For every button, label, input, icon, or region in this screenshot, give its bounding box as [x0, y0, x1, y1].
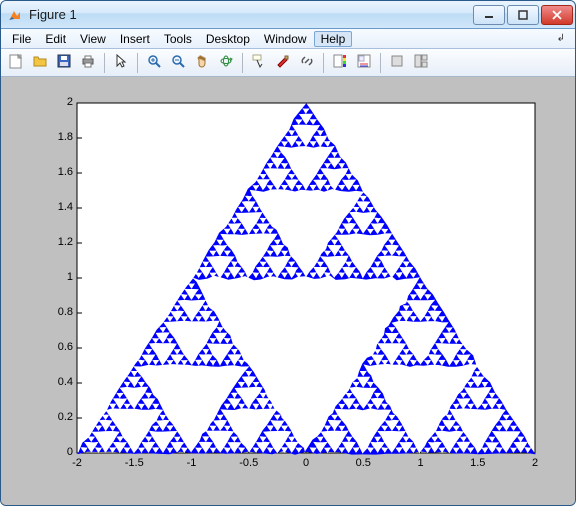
menu-file[interactable]: File	[5, 31, 38, 47]
toolbar-separator	[242, 53, 243, 73]
zoom-out-button[interactable]	[167, 52, 189, 74]
link-button[interactable]	[296, 52, 318, 74]
colorbar-button[interactable]	[329, 52, 351, 74]
menu-desktop[interactable]: Desktop	[199, 31, 257, 47]
ytick-label: 2	[43, 96, 73, 108]
toolbar-separator	[104, 53, 105, 73]
minimize-button[interactable]	[473, 5, 505, 25]
xtick-label: -0.5	[237, 457, 261, 469]
ytick-label: 0	[43, 446, 73, 458]
menu-edit[interactable]: Edit	[38, 31, 73, 47]
menu-view[interactable]: View	[73, 31, 113, 47]
ytick-label: 0.2	[43, 411, 73, 423]
xtick-label: -2	[65, 457, 89, 469]
zoom-in-icon	[146, 53, 162, 72]
ytick-label: 1.2	[43, 236, 73, 248]
menu-tools[interactable]: Tools	[157, 31, 199, 47]
ytick-label: 1.6	[43, 166, 73, 178]
data-cursor-icon	[251, 53, 267, 72]
titlebar: Figure 1	[1, 1, 575, 29]
toolbar-separator	[323, 53, 324, 73]
show-tools-icon	[413, 53, 429, 72]
rotate-3d-button[interactable]	[215, 52, 237, 74]
toolbar-separator	[380, 53, 381, 73]
menu-insert[interactable]: Insert	[113, 31, 157, 47]
toolbar	[1, 49, 575, 77]
window-buttons	[473, 5, 573, 25]
open-icon	[32, 53, 48, 72]
xtick-label: 1.5	[466, 457, 490, 469]
ytick-label: 0.6	[43, 341, 73, 353]
ytick-label: 1.4	[43, 201, 73, 213]
xtick-label: 2	[523, 457, 547, 469]
legend-button[interactable]	[353, 52, 375, 74]
pan-button[interactable]	[191, 52, 213, 74]
new-figure-icon	[8, 53, 24, 72]
axes[interactable]	[1, 77, 575, 505]
print-icon	[80, 53, 96, 72]
data-cursor-button[interactable]	[248, 52, 270, 74]
xtick-label: 1	[409, 457, 433, 469]
ytick-label: 1	[43, 271, 73, 283]
ytick-label: 0.8	[43, 306, 73, 318]
figure-client: -2 -1.5 -1 -0.5 0 0.5 1 1.5 2 0 0.2 0.4 0.6 0.8 1 1.2 1.…	[1, 77, 575, 505]
pan-icon	[194, 53, 210, 72]
xtick-label: 0.5	[351, 457, 375, 469]
open-button[interactable]	[29, 52, 51, 74]
print-button[interactable]	[77, 52, 99, 74]
colorbar-icon	[332, 53, 348, 72]
ytick-label: 1.8	[43, 131, 73, 143]
zoom-in-button[interactable]	[143, 52, 165, 74]
hide-tools-button[interactable]	[386, 52, 408, 74]
toolbar-separator	[137, 53, 138, 73]
figure-window: Figure 1 FileEditViewInsertToolsDesktopW…	[0, 0, 576, 506]
zoom-out-icon	[170, 53, 186, 72]
save-button[interactable]	[53, 52, 75, 74]
menubar: FileEditViewInsertToolsDesktopWindowHelp…	[1, 29, 575, 49]
pointer-icon	[113, 53, 129, 72]
rotate-3d-icon	[218, 53, 234, 72]
ytick-label: 0.4	[43, 376, 73, 388]
sierpinski-plot	[77, 103, 535, 455]
hide-tools-icon	[389, 53, 405, 72]
xtick-label: -1	[180, 457, 204, 469]
pointer-button[interactable]	[110, 52, 132, 74]
legend-icon	[356, 53, 372, 72]
link-icon	[299, 53, 315, 72]
window-title: Figure 1	[29, 7, 473, 22]
save-icon	[56, 53, 72, 72]
brush-icon	[275, 53, 291, 72]
dock-icon[interactable]: ↲	[551, 33, 571, 44]
show-tools-button[interactable]	[410, 52, 432, 74]
xtick-label: 0	[294, 457, 318, 469]
brush-button[interactable]	[272, 52, 294, 74]
maximize-button[interactable]	[507, 5, 539, 25]
menu-window[interactable]: Window	[257, 31, 314, 47]
menu-help[interactable]: Help	[314, 31, 353, 47]
matlab-icon	[7, 7, 23, 23]
new-figure-button[interactable]	[5, 52, 27, 74]
xtick-label: -1.5	[122, 457, 146, 469]
close-button[interactable]	[541, 5, 573, 25]
